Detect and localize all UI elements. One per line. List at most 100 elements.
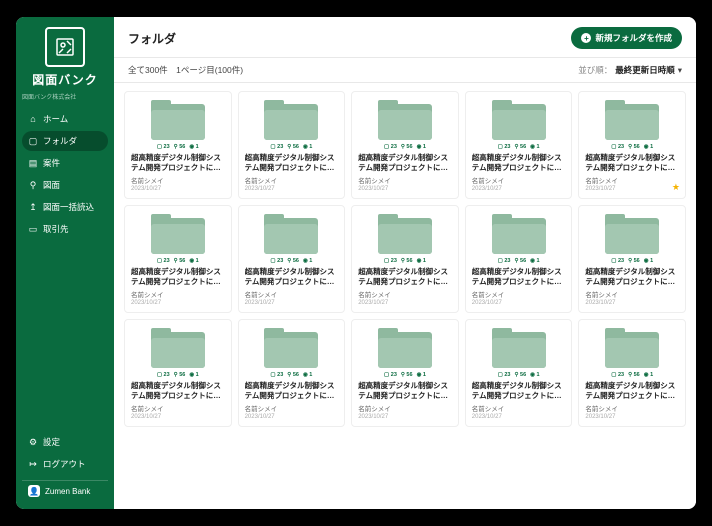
folder-icon (264, 100, 318, 140)
folder-card[interactable]: ▢ 23⚲ 56◉ 1超高精度デジタル制御システム開発プロジェクトに…名前シメイ… (578, 91, 686, 199)
folder-author: 名前シメイ (472, 175, 566, 185)
new-folder-label: 新規フォルダを作成 (595, 32, 672, 44)
stat-a: ▢ 23 (384, 258, 397, 264)
folder-title: 超高精度デジタル制御システム開発プロジェクトに… (472, 267, 566, 287)
stat-b: ⚲ 56 (174, 258, 186, 264)
nav-label: ホーム (43, 113, 68, 125)
stat-a: ▢ 23 (270, 258, 283, 264)
folder-date: 2023/10/27 (472, 186, 566, 192)
folder-author: 名前シメイ (131, 289, 225, 299)
user-box[interactable]: 👤 Zumen Bank (22, 480, 108, 501)
stat-a: ▢ 23 (270, 372, 283, 378)
stat-c: ◉ 1 (530, 258, 539, 264)
folder-title: 超高精度デジタル制御システム開発プロジェクトに… (472, 381, 566, 401)
nav-item[interactable]: ▢フォルダ (22, 131, 108, 151)
nav-item[interactable]: ▤ 案件 (22, 153, 108, 173)
folder-card[interactable]: ▢ 23⚲ 56◉ 1超高精度デジタル制御システム開発プロジェクトに…名前シメイ… (465, 91, 573, 199)
folder-author: 名前シメイ (358, 403, 452, 413)
folder-stats: ▢ 23⚲ 56◉ 1 (245, 258, 339, 264)
stat-b: ⚲ 56 (628, 144, 640, 150)
stat-c: ◉ 1 (189, 372, 198, 378)
logo-icon (45, 27, 85, 67)
nav-icon: ⚲ (28, 180, 38, 190)
logo: 図面バンク (22, 27, 108, 88)
nav-icon: ▤ (28, 158, 38, 168)
plus-icon: + (581, 33, 591, 43)
folder-card[interactable]: ▢ 23⚲ 56◉ 1超高精度デジタル制御システム開発プロジェクトに…名前シメイ… (124, 205, 232, 313)
stat-c: ◉ 1 (644, 144, 653, 150)
folder-card[interactable]: ▢ 23⚲ 56◉ 1超高精度デジタル制御システム開発プロジェクトに…名前シメイ… (465, 319, 573, 427)
folder-card[interactable]: ▢ 23⚲ 56◉ 1超高精度デジタル制御システム開発プロジェクトに…名前シメイ… (124, 319, 232, 427)
folder-icon (492, 100, 546, 140)
sidebar: 図面バンク 図面バンク株式会社 ⌂ホーム▢フォルダ▤案件⚲図面↥図面一括読込▭取… (16, 17, 114, 509)
folder-author: 名前シメイ (358, 289, 452, 299)
nav-item[interactable]: ⚲図面 (22, 175, 108, 195)
nav-item[interactable]: ↥図面一括読込 (22, 197, 108, 217)
stat-c: ◉ 1 (189, 144, 198, 150)
folder-stats: ▢ 23⚲ 56◉ 1 (585, 144, 679, 150)
stat-b: ⚲ 56 (514, 372, 526, 378)
nav-label: 案件 (43, 157, 60, 169)
user-name: Zumen Bank (45, 487, 90, 496)
folder-author: 名前シメイ (472, 403, 566, 413)
stat-a: ▢ 23 (157, 144, 170, 150)
nav-settings[interactable]: ⚙ 設定 (22, 432, 108, 452)
stat-a: ▢ 23 (157, 372, 170, 378)
folder-title: 超高精度デジタル制御システム開発プロジェクトに… (131, 381, 225, 401)
page-title: フォルダ (128, 30, 176, 47)
brand-name: 図面バンク (32, 71, 98, 88)
nav-item[interactable]: ⌂ホーム (22, 109, 108, 129)
stat-b: ⚲ 56 (287, 144, 299, 150)
folder-icon (492, 214, 546, 254)
stat-c: ◉ 1 (644, 258, 653, 264)
sort-label: 並び順： (578, 64, 612, 76)
folder-card[interactable]: ▢ 23⚲ 56◉ 1 超高精度デジタル制御システム開発プロジェクトに… 名前シメイ… (351, 205, 459, 313)
folder-author: 名前シメイ (585, 289, 679, 299)
sort-value: 最終更新日時順 (615, 64, 675, 76)
folder-title: 超高精度デジタル制御システム開発プロジェクトに… (245, 267, 339, 287)
stat-a: ▢ 23 (384, 144, 397, 150)
folder-title: 超高精度デジタル制御システム開発プロジェクトに… (585, 381, 679, 401)
folder-title: 超高精度デジタル制御システム開発プロジェクトに… (358, 267, 452, 287)
nav-item[interactable]: ▭取引先 (22, 219, 108, 239)
folder-card[interactable]: ▢ 23⚲ 56◉ 1 超高精度デジタル制御システム開発プロジェクトに… 名前シメイ… (238, 205, 346, 313)
folder-title: 超高精度デジタル制御システム開発プロジェクトに… (245, 381, 339, 401)
new-folder-button[interactable]: + 新規フォルダを作成 (571, 27, 682, 49)
sort-dropdown[interactable]: 並び順： 最終更新日時順 ▾ (578, 64, 682, 76)
star-icon[interactable]: ★ (672, 182, 680, 193)
folder-card[interactable]: ▢ 23⚲ 56◉ 1超高精度デジタル制御システム開発プロジェクトに…名前シメイ… (578, 205, 686, 313)
stat-b: ⚲ 56 (514, 258, 526, 264)
nav-label: 設定 (43, 436, 60, 448)
folder-card[interactable]: ▢ 23⚲ 56◉ 1超高精度デジタル制御システム開発プロジェクトに…名前シメイ… (124, 91, 232, 199)
folder-card[interactable]: ▢ 23⚲ 56◉ 1超高精度デジタル制御システム開発プロジェクトに…名前シメイ… (238, 319, 346, 427)
folder-card[interactable]: ▢ 23⚲ 56◉ 1超高精度デジタル制御システム開発プロジェクトに…名前シメイ… (578, 319, 686, 427)
folder-icon (378, 214, 432, 254)
nav-logout[interactable]: ↦ ログアウト (22, 454, 108, 474)
stat-a: ▢ 23 (611, 372, 624, 378)
folder-author: 名前シメイ (245, 289, 339, 299)
folder-title: 超高精度デジタル制御システム開発プロジェクトに… (358, 153, 452, 173)
folder-date: 2023/10/27 (131, 300, 225, 306)
stat-b: ⚲ 56 (174, 372, 186, 378)
folder-card[interactable]: ▢ 23⚲ 56◉ 1超高精度デジタル制御システム開発プロジェクトに…名前シメイ… (465, 205, 573, 313)
folder-author: 名前シメイ (472, 289, 566, 299)
folder-author: 名前シメイ (585, 175, 679, 185)
folder-card[interactable]: ▢ 23⚲ 56◉ 1超高精度デジタル制御システム開発プロジェクトに…名前シメイ… (351, 91, 459, 199)
stat-b: ⚲ 56 (514, 144, 526, 150)
folder-stats: ▢ 23⚲ 56◉ 1 (358, 144, 452, 150)
folder-stats: ▢ 23⚲ 56◉ 1 (245, 372, 339, 378)
folder-date: 2023/10/27 (585, 300, 679, 306)
folder-date: 2023/10/27 (245, 186, 339, 192)
stat-c: ◉ 1 (303, 372, 312, 378)
folder-card[interactable]: ▢ 23⚲ 56◉ 1超高精度デジタル制御システム開発プロジェクトに…名前シメイ… (351, 319, 459, 427)
folder-stats: ▢ 23⚲ 56◉ 1 (358, 258, 452, 264)
grid-scroll[interactable]: ▢ 23⚲ 56◉ 1超高精度デジタル制御システム開発プロジェクトに…名前シメイ… (114, 83, 696, 509)
folder-card[interactable]: ▢ 23⚲ 56◉ 1超高精度デジタル制御システム開発プロジェクトに…名前シメイ… (238, 91, 346, 199)
folder-stats: ▢ 23⚲ 56◉ 1 (131, 144, 225, 150)
stat-a: ▢ 23 (498, 372, 511, 378)
count-text: 全て300件 1ページ目(100件) (128, 64, 243, 76)
folder-icon (378, 100, 432, 140)
folder-stats: ▢ 23⚲ 56◉ 1 (245, 144, 339, 150)
logout-icon: ↦ (28, 459, 38, 469)
folder-author: 名前シメイ (131, 175, 225, 185)
